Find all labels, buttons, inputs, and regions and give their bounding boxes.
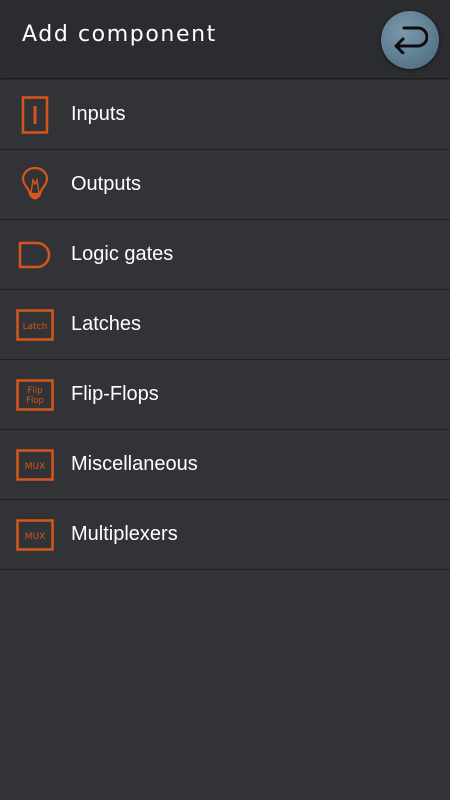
mux-icon: MUX bbox=[16, 519, 54, 551]
list-item-inputs[interactable]: Inputs bbox=[0, 80, 450, 150]
list-item-logic-gates[interactable]: Logic gates bbox=[0, 220, 450, 290]
list-item-label: Outputs bbox=[71, 173, 142, 195]
list-item-label: Miscellaneous bbox=[71, 453, 198, 475]
action-bar: Add component bbox=[0, 0, 450, 78]
list-item-label: Multiplexers bbox=[71, 523, 178, 545]
input-switch-icon bbox=[21, 96, 49, 134]
list-item-outputs[interactable]: Outputs bbox=[0, 150, 450, 220]
list-item-label: Logic gates bbox=[71, 243, 174, 265]
latch-icon: Latch bbox=[16, 309, 54, 341]
flip-flop-icon-text-bottom: Flop bbox=[26, 396, 44, 406]
undo-arrow-icon bbox=[394, 26, 428, 54]
latch-icon-text: Latch bbox=[23, 322, 48, 332]
flip-flop-icon: Flip Flop bbox=[16, 379, 54, 411]
component-category-list: Inputs Outputs Logic gates Latch Latches… bbox=[0, 80, 450, 570]
list-item-miscellaneous[interactable]: MUX Miscellaneous bbox=[0, 430, 450, 500]
list-item-label: Inputs bbox=[71, 103, 126, 125]
list-item-label: Flip-Flops bbox=[71, 383, 159, 405]
lightbulb-icon bbox=[21, 166, 49, 200]
app-root: Add component Inputs Outputs Logic gates… bbox=[0, 0, 450, 800]
flip-flop-icon-text-top: Flip bbox=[27, 386, 42, 396]
back-button[interactable] bbox=[381, 11, 439, 69]
list-item-multiplexers[interactable]: MUX Multiplexers bbox=[0, 500, 450, 570]
mux-icon-text: MUX bbox=[25, 532, 46, 542]
list-item-label: Latches bbox=[71, 313, 142, 335]
list-item-flip-flops[interactable]: Flip Flop Flip-Flops bbox=[0, 360, 450, 430]
and-gate-icon bbox=[18, 241, 51, 269]
list-item-latches[interactable]: Latch Latches bbox=[0, 290, 450, 360]
mux-icon: MUX bbox=[16, 449, 54, 481]
mux-icon-text: MUX bbox=[25, 462, 46, 472]
page-title: Add component bbox=[22, 22, 217, 47]
